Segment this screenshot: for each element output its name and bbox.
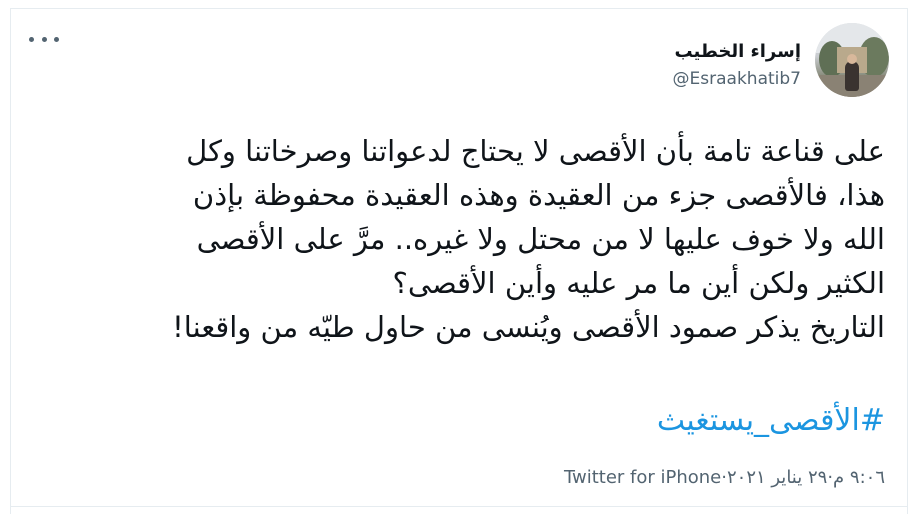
tweet-meta: ٩:٠٦ م · ٢٩ يناير ٢٠٢١ · Twitter for iPh… [564, 467, 885, 488]
tweet-text: على قناعة تامة بأن الأقصى لا يحتاج لدعوا… [33, 129, 885, 349]
hashtag-link[interactable]: #الأقصى_يستغيث [657, 403, 885, 438]
more-horizontal-icon[interactable] [29, 29, 59, 49]
tweet-text-line: هذا، فالأقصى جزء من العقيدة وهذه العقيدة… [192, 178, 885, 212]
tweet-text-line: الكثير ولكن أين ما مر عليه وأين الأقصى؟ [392, 266, 885, 300]
tweet-time[interactable]: ٩:٠٦ م [833, 467, 885, 488]
author-avatar[interactable] [815, 23, 889, 97]
tweet-card: إسراء الخطيب @Esraakhatib7 على قناعة تام… [10, 8, 908, 514]
tweet-text-line: على قناعة تامة بأن الأقصى لا يحتاج لدعوا… [186, 134, 885, 168]
tweet-source: Twitter for iPhone [563, 467, 722, 488]
author-name[interactable]: إسراء الخطيب [674, 41, 801, 62]
tweet-text-line: التاريخ يذكر صمود الأقصى ويُنسى من حاول … [172, 310, 885, 344]
tweet-text-line: الله ولا خوف عليها لا من محتل ولا غيره..… [196, 222, 885, 256]
author-handle[interactable]: @Esraakhatib7 [673, 69, 801, 89]
tweet-header: إسراء الخطيب @Esraakhatib7 [29, 23, 889, 103]
divider [11, 506, 907, 507]
tweet-date[interactable]: ٢٩ يناير ٢٠٢١ [727, 467, 827, 488]
